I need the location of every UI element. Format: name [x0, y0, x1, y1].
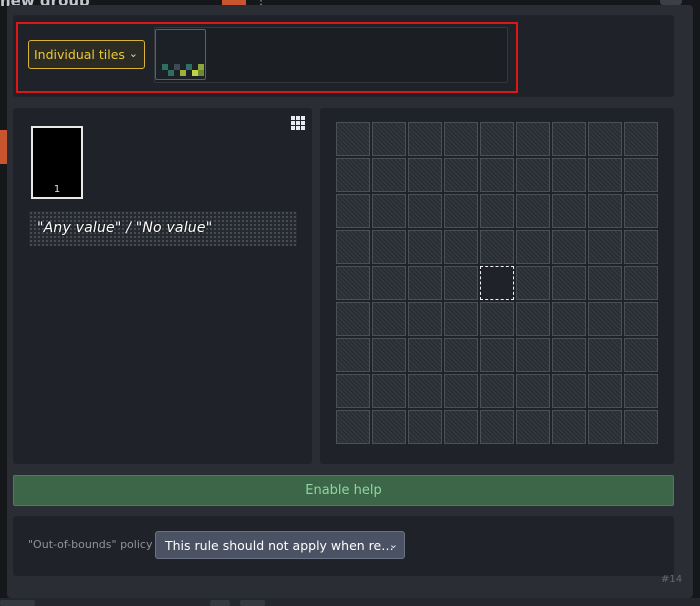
pattern-cell[interactable] [408, 194, 442, 228]
pattern-cell[interactable] [444, 338, 478, 372]
pattern-cell[interactable] [372, 230, 406, 264]
pattern-cell[interactable] [444, 230, 478, 264]
pattern-cell[interactable] [624, 230, 658, 264]
pattern-cell[interactable] [624, 302, 658, 336]
pattern-cell[interactable] [480, 374, 514, 408]
enable-help-button[interactable]: Enable help [13, 475, 674, 506]
pattern-cell[interactable] [588, 230, 622, 264]
rule-pattern-grid [336, 122, 659, 445]
pattern-cell[interactable] [336, 374, 370, 408]
pattern-cell[interactable] [336, 158, 370, 192]
pattern-cell[interactable] [480, 230, 514, 264]
pattern-cell[interactable] [372, 194, 406, 228]
pattern-cell[interactable] [372, 266, 406, 300]
pattern-cell[interactable] [516, 266, 550, 300]
pattern-cell[interactable] [408, 122, 442, 156]
pattern-cell[interactable] [444, 266, 478, 300]
value-card-number: 1 [53, 184, 61, 195]
pattern-cell[interactable] [552, 338, 586, 372]
pattern-cell[interactable] [408, 410, 442, 444]
background-bottom-bar [0, 598, 700, 606]
pattern-cell[interactable] [588, 194, 622, 228]
background-side-marker [0, 130, 7, 164]
pattern-cell[interactable] [588, 122, 622, 156]
pattern-cell[interactable] [624, 122, 658, 156]
pattern-cell[interactable] [444, 194, 478, 228]
pattern-cell[interactable] [624, 374, 658, 408]
pattern-cell[interactable] [336, 122, 370, 156]
pattern-cell[interactable] [516, 410, 550, 444]
pattern-center-cell[interactable] [480, 266, 514, 300]
pattern-cell[interactable] [372, 338, 406, 372]
pattern-cell[interactable] [624, 194, 658, 228]
pattern-cell[interactable] [480, 158, 514, 192]
pattern-cell[interactable] [408, 230, 442, 264]
pattern-cell[interactable] [516, 194, 550, 228]
pattern-cell[interactable] [408, 338, 442, 372]
pattern-cell[interactable] [372, 122, 406, 156]
out-of-bounds-value: This rule should not apply when re… [165, 538, 394, 553]
pattern-cell[interactable] [444, 302, 478, 336]
value-card[interactable]: 1 [31, 126, 83, 199]
pattern-cell[interactable] [588, 302, 622, 336]
pattern-cell[interactable] [588, 266, 622, 300]
pattern-cell[interactable] [588, 158, 622, 192]
pattern-cell[interactable] [588, 410, 622, 444]
rule-id-tag: #14 [661, 574, 683, 585]
pattern-cell[interactable] [372, 158, 406, 192]
highlight-box [16, 22, 518, 93]
pattern-cell[interactable] [552, 158, 586, 192]
pattern-cell[interactable] [480, 410, 514, 444]
pattern-cell[interactable] [336, 194, 370, 228]
pattern-cell[interactable] [336, 410, 370, 444]
pattern-cell[interactable] [372, 410, 406, 444]
pattern-cell[interactable] [552, 230, 586, 264]
pattern-cell[interactable] [588, 374, 622, 408]
chevron-down-icon: ⌄ [388, 538, 398, 551]
pattern-cell[interactable] [552, 302, 586, 336]
pattern-cell[interactable] [444, 374, 478, 408]
pattern-cell[interactable] [336, 338, 370, 372]
pattern-cell[interactable] [624, 338, 658, 372]
pattern-cell[interactable] [480, 302, 514, 336]
pattern-cell[interactable] [444, 410, 478, 444]
any-value-option[interactable]: "Any value" / "No value" [29, 211, 297, 246]
out-of-bounds-select[interactable]: This rule should not apply when re… ⌄ [155, 531, 405, 559]
any-value-label: "Any value" / "No value" [37, 220, 213, 236]
pattern-cell[interactable] [336, 230, 370, 264]
pattern-cell[interactable] [552, 374, 586, 408]
pattern-cell[interactable] [336, 302, 370, 336]
pattern-cell[interactable] [516, 374, 550, 408]
pattern-cell[interactable] [552, 122, 586, 156]
pattern-cell[interactable] [516, 122, 550, 156]
pattern-cell[interactable] [624, 410, 658, 444]
pattern-cell[interactable] [372, 302, 406, 336]
pattern-cell[interactable] [372, 374, 406, 408]
pattern-cell[interactable] [552, 266, 586, 300]
pattern-cell[interactable] [624, 158, 658, 192]
pattern-cell[interactable] [516, 230, 550, 264]
pattern-cell[interactable] [588, 338, 622, 372]
out-of-bounds-label: "Out-of-bounds" policy [28, 538, 153, 551]
pattern-cell[interactable] [480, 338, 514, 372]
pattern-cell[interactable] [408, 158, 442, 192]
pattern-cell[interactable] [516, 338, 550, 372]
pattern-cell[interactable] [336, 266, 370, 300]
pattern-cell[interactable] [552, 194, 586, 228]
pattern-cell[interactable] [408, 266, 442, 300]
pattern-cell[interactable] [408, 374, 442, 408]
pattern-cell[interactable] [480, 122, 514, 156]
pattern-cell[interactable] [408, 302, 442, 336]
pattern-cell[interactable] [480, 194, 514, 228]
pattern-cell[interactable] [444, 122, 478, 156]
pattern-cell[interactable] [516, 302, 550, 336]
grid-icon[interactable] [291, 116, 307, 130]
pattern-cell[interactable] [552, 410, 586, 444]
pattern-cell[interactable] [444, 158, 478, 192]
pattern-cell[interactable] [624, 266, 658, 300]
pattern-cell[interactable] [516, 158, 550, 192]
